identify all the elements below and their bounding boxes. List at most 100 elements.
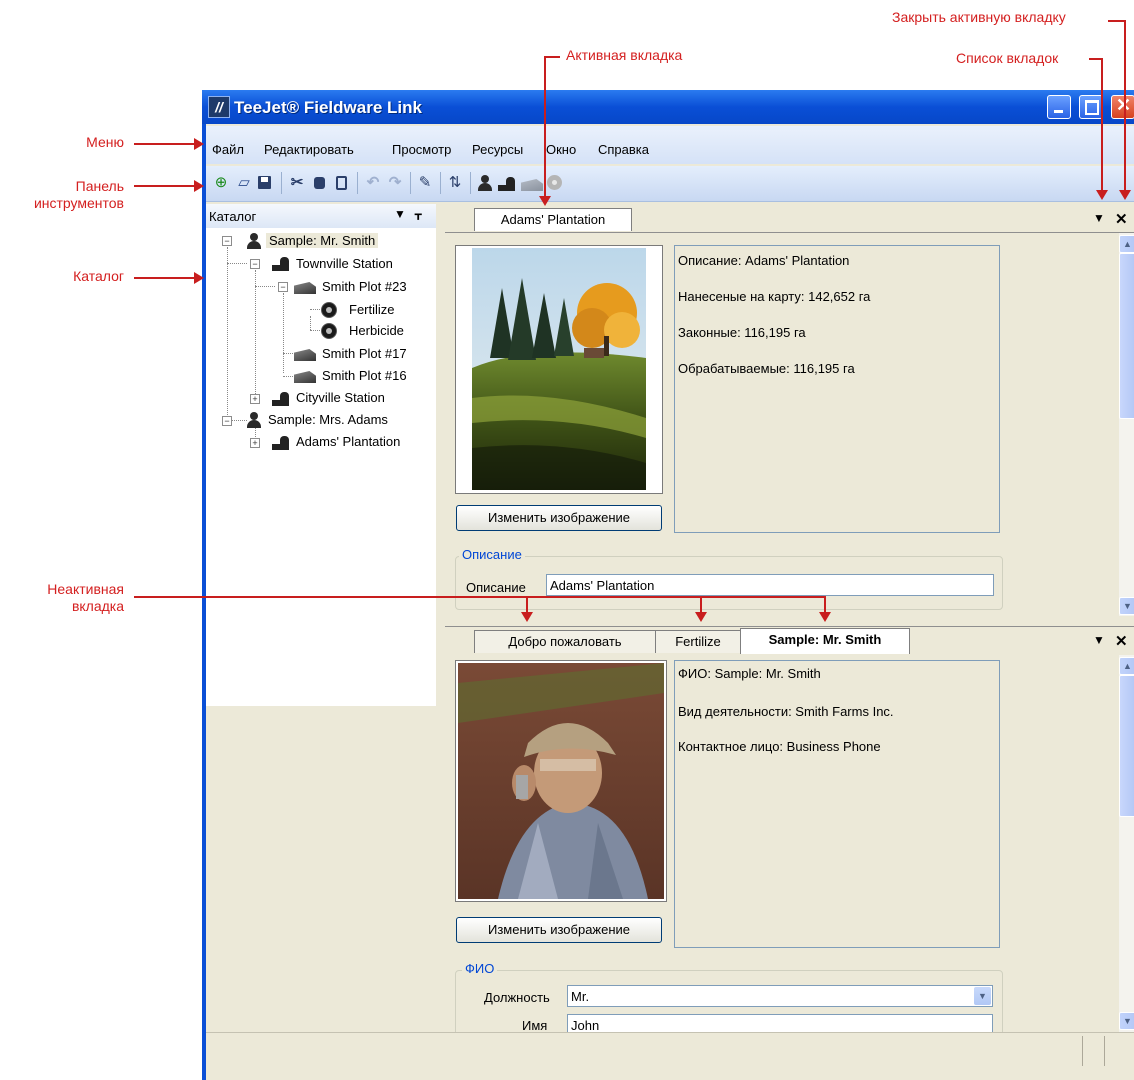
tree-item-herbicide[interactable]: Herbicide xyxy=(349,323,404,338)
customer-photo-frame xyxy=(455,660,667,902)
scroll-thumb[interactable] xyxy=(1119,253,1134,419)
person-icon xyxy=(246,233,262,249)
tree-collapse-toggle[interactable]: − xyxy=(278,282,288,292)
tab-list-icon[interactable]: ▼ xyxy=(1093,211,1105,225)
tree-line xyxy=(283,376,293,377)
field-icon[interactable] xyxy=(521,174,543,192)
annotation-line xyxy=(544,56,560,58)
annotation-line xyxy=(134,596,826,598)
annotation-line xyxy=(134,185,196,187)
catalog-title: Каталог xyxy=(209,209,257,224)
toolbar-separator xyxy=(281,172,282,194)
description-label: Описание xyxy=(466,580,526,595)
tree-line xyxy=(227,247,228,419)
close-active-tab-icon[interactable]: ✕ xyxy=(1115,210,1128,228)
copy-icon[interactable] xyxy=(310,174,328,192)
pin-icon[interactable]: ᚁ xyxy=(415,206,421,222)
task-icon xyxy=(321,323,337,339)
title-label: Должность xyxy=(484,990,550,1005)
save-icon[interactable] xyxy=(256,174,274,192)
tree-expand-toggle[interactable]: + xyxy=(250,438,260,448)
undo-icon[interactable]: ↶ xyxy=(364,174,382,192)
tree-item-mr-smith[interactable]: Sample: Mr. Smith xyxy=(266,233,379,248)
change-image-button[interactable]: Изменить изображение xyxy=(456,505,662,531)
tree-line xyxy=(255,286,275,287)
info-tillable-area: Обрабатываемые: 116,195 га xyxy=(678,361,855,376)
new-icon[interactable]: ⊕ xyxy=(212,174,230,192)
arrow-icon xyxy=(1119,190,1131,200)
change-image-button[interactable]: Изменить изображение xyxy=(456,917,662,943)
top-scrollbar[interactable]: ▲ ▼ xyxy=(1119,233,1134,616)
tree-collapse-toggle[interactable]: − xyxy=(250,259,260,269)
annotation-menu: Меню xyxy=(86,134,124,150)
person-icon xyxy=(246,412,262,428)
scroll-up-icon[interactable]: ▲ xyxy=(1119,235,1134,253)
tree-item-smith-plot-16[interactable]: Smith Plot #16 xyxy=(322,368,407,383)
menu-edit[interactable]: Редактировать xyxy=(264,142,354,157)
toolbar-separator xyxy=(357,172,358,194)
menu-view[interactable]: Просмотр xyxy=(392,142,451,157)
paste-icon[interactable] xyxy=(333,174,351,192)
annotation-inactive-tab: Неактивная вкладка xyxy=(47,581,124,614)
open-folder-icon[interactable]: ▱ xyxy=(235,174,253,192)
info-business: Вид деятельности: Smith Farms Inc. xyxy=(678,704,894,719)
menu-resources[interactable]: Ресурсы xyxy=(472,142,523,157)
menu-file[interactable]: Файл xyxy=(212,142,244,157)
info-description: Описание: Adams' Plantation xyxy=(678,253,850,268)
close-window-button[interactable]: ✕ xyxy=(1111,95,1134,119)
scroll-down-icon[interactable]: ▼ xyxy=(1119,597,1134,615)
import-export-icon[interactable]: ⇅ xyxy=(446,174,464,192)
scroll-up-icon[interactable]: ▲ xyxy=(1119,657,1134,675)
tab-welcome[interactable]: Добро пожаловать xyxy=(474,630,656,653)
menu-window[interactable]: Окно xyxy=(546,142,576,157)
window-title: TeeJet® Fieldware Link xyxy=(234,98,422,117)
farm-icon[interactable] xyxy=(498,174,516,192)
tree-item-smith-plot-17[interactable]: Smith Plot #17 xyxy=(322,346,407,361)
farm-icon xyxy=(272,436,290,450)
cut-icon[interactable]: ✂ xyxy=(288,174,306,192)
tree-expand-toggle[interactable]: + xyxy=(250,394,260,404)
tab-list-icon[interactable]: ▼ xyxy=(1093,633,1105,647)
status-divider xyxy=(1104,1036,1105,1066)
annotation-line xyxy=(134,277,196,279)
status-divider xyxy=(1082,1036,1083,1066)
minimize-button[interactable] xyxy=(1047,95,1071,119)
arrow-icon xyxy=(194,138,204,150)
annotation-line xyxy=(134,143,196,145)
tab-fertilize[interactable]: Fertilize xyxy=(655,630,741,653)
maximize-button[interactable] xyxy=(1079,95,1103,119)
arrow-icon xyxy=(1096,190,1108,200)
catalog-menu-icon[interactable]: ▼ xyxy=(394,207,406,221)
splitter[interactable] xyxy=(436,204,445,1032)
description-input[interactable]: Adams' Plantation xyxy=(546,574,994,596)
arrow-icon xyxy=(521,612,533,622)
tab-mr-smith[interactable]: Sample: Mr. Smith xyxy=(740,628,910,654)
tree-item-townville-station[interactable]: Townville Station xyxy=(296,256,393,271)
tree-item-smith-plot-23[interactable]: Smith Plot #23 xyxy=(322,279,407,294)
menu-help[interactable]: Справка xyxy=(598,142,649,157)
title-select[interactable]: Mr. ▼ xyxy=(567,985,993,1007)
redo-icon[interactable]: ↷ xyxy=(386,174,404,192)
tree-item-mrs-adams[interactable]: Sample: Mrs. Adams xyxy=(268,412,388,427)
edit-icon[interactable]: ✎ xyxy=(416,174,434,192)
tree-collapse-toggle[interactable]: − xyxy=(222,416,232,426)
customer-icon[interactable] xyxy=(476,174,494,192)
close-active-tab-icon[interactable]: ✕ xyxy=(1115,632,1128,650)
tree-line xyxy=(227,263,247,264)
annotation-active-tab: Активная вкладка xyxy=(566,47,683,63)
task-icon[interactable] xyxy=(546,174,564,192)
scroll-thumb[interactable] xyxy=(1119,675,1134,817)
app-logo-icon: // xyxy=(208,96,230,118)
dropdown-arrow-icon[interactable]: ▼ xyxy=(974,987,991,1005)
customer-photo xyxy=(458,663,664,899)
field-photo-frame xyxy=(455,245,663,494)
tree-item-cityville-station[interactable]: Cityville Station xyxy=(296,390,385,405)
catalog-tree xyxy=(206,228,437,706)
tree-item-fertilize[interactable]: Fertilize xyxy=(349,302,395,317)
scroll-down-icon[interactable]: ▼ xyxy=(1119,1012,1134,1030)
tab-adams-plantation[interactable]: Adams' Plantation xyxy=(474,208,632,231)
tree-item-adams-plantation[interactable]: Adams' Plantation xyxy=(296,434,400,449)
bottom-scrollbar[interactable]: ▲ ▼ xyxy=(1119,655,1134,1032)
tree-collapse-toggle[interactable]: − xyxy=(222,236,232,246)
arrow-icon xyxy=(194,180,204,192)
